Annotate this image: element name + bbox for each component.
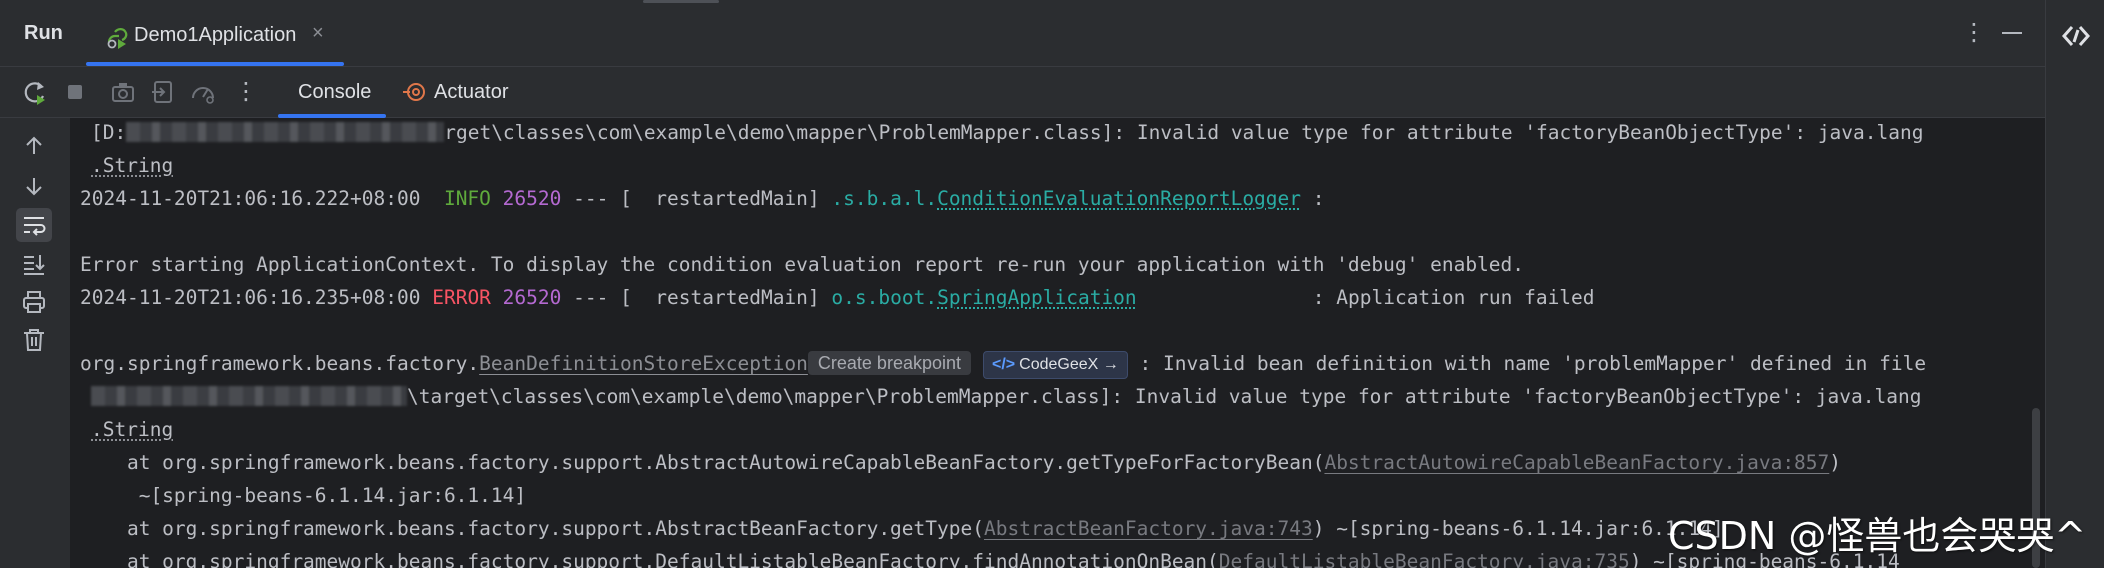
log-line: Error starting ApplicationContext. To di…: [80, 253, 1525, 276]
log-logger: .s.b.a.l.: [831, 187, 938, 210]
source-link[interactable]: AbstractBeanFactory.java:743: [984, 517, 1313, 540]
tab-label: Actuator: [434, 81, 509, 103]
rerun-icon[interactable]: [22, 79, 48, 105]
run-header: Run Demo1Application × ⋮: [0, 0, 2045, 67]
exit-icon[interactable]: [150, 79, 176, 105]
tab-label: Console: [298, 81, 372, 103]
tab-actuator[interactable]: Actuator: [398, 67, 528, 117]
log-line: [D: rget\classes\com\example\demo\mapper\…: [91, 118, 1923, 148]
log-text: ) ~[spring-beans-6.1.14.jar:6.1.14]: [1312, 517, 1724, 540]
stack-trace-line: at org.springframework.beans.factory.sup…: [80, 547, 1900, 568]
log-text: ): [1829, 451, 1842, 474]
active-tab-indicator: [86, 62, 344, 66]
redacted-path: [126, 122, 445, 142]
stack-trace-line: at org.springframework.beans.factory.sup…: [80, 448, 1841, 478]
log-text: \target\classes\com\example\demo\mapper\…: [407, 385, 1922, 408]
trash-icon[interactable]: [20, 326, 48, 354]
arrow-up-icon[interactable]: [20, 132, 48, 160]
more-options-icon[interactable]: ⋮: [1962, 18, 1986, 47]
scroll-to-end-icon[interactable]: [20, 250, 48, 278]
print-icon[interactable]: [20, 288, 48, 316]
log-line: .String: [91, 415, 173, 445]
codegeex-button[interactable]: </> CodeGeeX →: [983, 351, 1128, 379]
log-text: rget\classes\com\example\demo\mapper\Pro…: [444, 121, 1924, 144]
soft-wrap-icon: [24, 217, 46, 236]
arrow-down-icon[interactable]: [20, 172, 48, 200]
log-text: .String: [91, 418, 174, 441]
run-app-icon: [107, 28, 128, 49]
log-text: org.springframework.beans.factory.: [80, 352, 480, 375]
stop-icon[interactable]: [62, 79, 88, 105]
console-side-toolbar: [0, 118, 70, 568]
log-text: :: [1301, 187, 1325, 210]
log-pid: 26520: [502, 187, 562, 210]
tab-console[interactable]: Console: [278, 67, 386, 118]
log-logger: o.s.boot.: [831, 286, 938, 309]
actuator-icon: [403, 83, 425, 101]
log-line: org.springframework.beans.factory.BeanDe…: [80, 349, 1926, 379]
drag-handle[interactable]: [643, 0, 719, 3]
run-toolbar: ⋮ Console Actuator: [0, 67, 2045, 118]
more-actions-icon[interactable]: ⋮: [234, 77, 258, 106]
log-pid: 26520: [502, 286, 562, 309]
right-tool-strip: [2045, 0, 2104, 568]
console-output[interactable]: [D: rget\classes\com\example\demo\mapper\…: [70, 118, 2045, 568]
log-level: INFO: [443, 187, 491, 210]
exception-link[interactable]: BeanDefinitionStoreException: [479, 352, 808, 375]
logger-link[interactable]: ConditionEvaluationReportLogger: [937, 187, 1301, 210]
close-icon[interactable]: ×: [312, 22, 324, 45]
stack-trace-line: at org.springframework.beans.factory.sup…: [80, 514, 1724, 544]
log-text: --- [ restartedMain]: [561, 187, 832, 210]
source-link[interactable]: DefaultListableBeanFactory.java:735: [1219, 550, 1630, 568]
stack-trace-line: ~[spring-beans-6.1.14.jar:6.1.14]: [80, 484, 527, 507]
tab-demo1application[interactable]: Demo1Application ×: [86, 8, 344, 66]
log-text: --- [ restartedMain]: [561, 286, 832, 309]
log-line: 2024-11-20T21:06:16.235+08:00 ERROR 2652…: [80, 283, 1595, 313]
source-link[interactable]: AbstractAutowireCapableBeanFactory.java:…: [1324, 451, 1829, 474]
soft-wrap-button[interactable]: [16, 208, 52, 242]
log-text: : Invalid bean definition with name 'pro…: [1127, 352, 1927, 375]
log-line: .String: [91, 151, 173, 181]
log-line: \target\classes\com\example\demo\mapper\…: [91, 382, 1921, 412]
log-text: at org.springframework.beans.factory.sup…: [80, 451, 1325, 474]
log-text: .String: [91, 154, 174, 177]
run-tool-window: Run Demo1Application × ⋮ ⋮ Console Actua…: [0, 0, 2104, 568]
log-text: at org.springframework.beans.factory.sup…: [80, 517, 984, 540]
camera-icon[interactable]: [110, 79, 136, 105]
log-text: [D:: [91, 121, 127, 144]
log-timestamp: 2024-11-20T21:06:16.235+08:00: [80, 286, 421, 309]
codegeex-label: CodeGeeX: [1019, 356, 1099, 373]
redacted-path: [91, 386, 407, 406]
logger-link[interactable]: SpringApplication: [937, 286, 1137, 309]
create-breakpoint-button[interactable]: Create breakpoint: [807, 351, 971, 375]
tab-label: Demo1Application: [134, 24, 297, 46]
codegeex-icon: </>: [992, 356, 1016, 373]
log-level: ERROR: [432, 286, 491, 309]
top-strip: [0, 0, 2045, 4]
run-title: Run: [24, 22, 63, 44]
codegeex-icon[interactable]: [2061, 22, 2091, 50]
minimize-icon[interactable]: [2002, 32, 2022, 34]
log-text: : Application run failed: [1136, 286, 1595, 309]
arrow-right-icon: →: [1102, 356, 1119, 373]
log-line: 2024-11-20T21:06:16.222+08:00 INFO 26520…: [80, 184, 1325, 214]
watermark: CSDN @怪兽也会哭哭^: [1668, 514, 2087, 558]
log-timestamp: 2024-11-20T21:06:16.222+08:00: [80, 187, 421, 210]
gauge-icon[interactable]: [190, 79, 216, 105]
log-text: at org.springframework.beans.factory.sup…: [80, 550, 1219, 568]
